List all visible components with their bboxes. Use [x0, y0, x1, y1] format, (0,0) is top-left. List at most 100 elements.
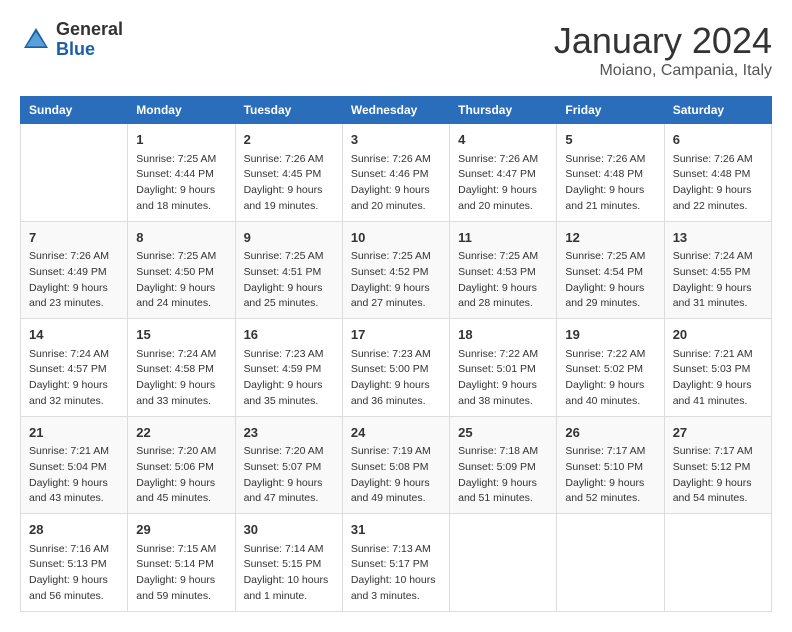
day-number: 28 — [29, 520, 119, 540]
calendar-cell: 31Sunrise: 7:13 AM Sunset: 5:17 PM Dayli… — [342, 514, 449, 612]
header-friday: Friday — [557, 97, 664, 124]
logo-general: General — [56, 20, 123, 40]
day-detail: Sunrise: 7:22 AM Sunset: 5:02 PM Dayligh… — [565, 347, 655, 410]
calendar-cell — [450, 514, 557, 612]
header-tuesday: Tuesday — [235, 97, 342, 124]
day-detail: Sunrise: 7:25 AM Sunset: 4:51 PM Dayligh… — [244, 249, 334, 312]
logo-blue: Blue — [56, 40, 123, 60]
day-number: 8 — [136, 228, 226, 248]
day-detail: Sunrise: 7:25 AM Sunset: 4:44 PM Dayligh… — [136, 152, 226, 215]
day-detail: Sunrise: 7:20 AM Sunset: 5:07 PM Dayligh… — [244, 444, 334, 507]
calendar-cell: 10Sunrise: 7:25 AM Sunset: 4:52 PM Dayli… — [342, 221, 449, 319]
day-number: 3 — [351, 130, 441, 150]
calendar-cell: 1Sunrise: 7:25 AM Sunset: 4:44 PM Daylig… — [128, 124, 235, 222]
day-detail: Sunrise: 7:17 AM Sunset: 5:12 PM Dayligh… — [673, 444, 763, 507]
calendar-cell: 14Sunrise: 7:24 AM Sunset: 4:57 PM Dayli… — [21, 319, 128, 417]
calendar-cell: 9Sunrise: 7:25 AM Sunset: 4:51 PM Daylig… — [235, 221, 342, 319]
header-thursday: Thursday — [450, 97, 557, 124]
day-number: 22 — [136, 423, 226, 443]
day-number: 21 — [29, 423, 119, 443]
day-detail: Sunrise: 7:25 AM Sunset: 4:50 PM Dayligh… — [136, 249, 226, 312]
calendar-cell: 27Sunrise: 7:17 AM Sunset: 5:12 PM Dayli… — [664, 416, 771, 514]
day-detail: Sunrise: 7:14 AM Sunset: 5:15 PM Dayligh… — [244, 542, 334, 605]
week-row-1: 1Sunrise: 7:25 AM Sunset: 4:44 PM Daylig… — [21, 124, 772, 222]
calendar-cell: 11Sunrise: 7:25 AM Sunset: 4:53 PM Dayli… — [450, 221, 557, 319]
day-detail: Sunrise: 7:20 AM Sunset: 5:06 PM Dayligh… — [136, 444, 226, 507]
calendar-cell: 23Sunrise: 7:20 AM Sunset: 5:07 PM Dayli… — [235, 416, 342, 514]
calendar-cell: 13Sunrise: 7:24 AM Sunset: 4:55 PM Dayli… — [664, 221, 771, 319]
day-detail: Sunrise: 7:25 AM Sunset: 4:53 PM Dayligh… — [458, 249, 548, 312]
header-monday: Monday — [128, 97, 235, 124]
day-number: 10 — [351, 228, 441, 248]
day-number: 11 — [458, 228, 548, 248]
day-number: 13 — [673, 228, 763, 248]
day-number: 24 — [351, 423, 441, 443]
day-number: 18 — [458, 325, 548, 345]
day-detail: Sunrise: 7:26 AM Sunset: 4:49 PM Dayligh… — [29, 249, 119, 312]
day-number: 20 — [673, 325, 763, 345]
calendar-table: SundayMondayTuesdayWednesdayThursdayFrid… — [20, 96, 772, 612]
header-sunday: Sunday — [21, 97, 128, 124]
calendar-cell: 21Sunrise: 7:21 AM Sunset: 5:04 PM Dayli… — [21, 416, 128, 514]
day-number: 4 — [458, 130, 548, 150]
day-detail: Sunrise: 7:26 AM Sunset: 4:45 PM Dayligh… — [244, 152, 334, 215]
header-row: SundayMondayTuesdayWednesdayThursdayFrid… — [21, 97, 772, 124]
day-detail: Sunrise: 7:26 AM Sunset: 4:47 PM Dayligh… — [458, 152, 548, 215]
calendar-header: SundayMondayTuesdayWednesdayThursdayFrid… — [21, 97, 772, 124]
day-detail: Sunrise: 7:21 AM Sunset: 5:03 PM Dayligh… — [673, 347, 763, 410]
day-detail: Sunrise: 7:25 AM Sunset: 4:52 PM Dayligh… — [351, 249, 441, 312]
day-detail: Sunrise: 7:26 AM Sunset: 4:48 PM Dayligh… — [673, 152, 763, 215]
day-detail: Sunrise: 7:24 AM Sunset: 4:57 PM Dayligh… — [29, 347, 119, 410]
page-header: General Blue January 2024 Moiano, Campan… — [20, 20, 772, 80]
day-detail: Sunrise: 7:16 AM Sunset: 5:13 PM Dayligh… — [29, 542, 119, 605]
day-detail: Sunrise: 7:18 AM Sunset: 5:09 PM Dayligh… — [458, 444, 548, 507]
day-number: 23 — [244, 423, 334, 443]
calendar-cell: 28Sunrise: 7:16 AM Sunset: 5:13 PM Dayli… — [21, 514, 128, 612]
calendar-cell: 12Sunrise: 7:25 AM Sunset: 4:54 PM Dayli… — [557, 221, 664, 319]
calendar-cell: 3Sunrise: 7:26 AM Sunset: 4:46 PM Daylig… — [342, 124, 449, 222]
day-detail: Sunrise: 7:13 AM Sunset: 5:17 PM Dayligh… — [351, 542, 441, 605]
calendar-cell: 22Sunrise: 7:20 AM Sunset: 5:06 PM Dayli… — [128, 416, 235, 514]
calendar-cell: 15Sunrise: 7:24 AM Sunset: 4:58 PM Dayli… — [128, 319, 235, 417]
day-number: 2 — [244, 130, 334, 150]
day-detail: Sunrise: 7:23 AM Sunset: 5:00 PM Dayligh… — [351, 347, 441, 410]
calendar-cell: 4Sunrise: 7:26 AM Sunset: 4:47 PM Daylig… — [450, 124, 557, 222]
day-number: 9 — [244, 228, 334, 248]
calendar-cell: 18Sunrise: 7:22 AM Sunset: 5:01 PM Dayli… — [450, 319, 557, 417]
calendar-cell — [557, 514, 664, 612]
calendar-cell — [21, 124, 128, 222]
day-detail: Sunrise: 7:26 AM Sunset: 4:46 PM Dayligh… — [351, 152, 441, 215]
week-row-3: 14Sunrise: 7:24 AM Sunset: 4:57 PM Dayli… — [21, 319, 772, 417]
logo: General Blue — [20, 20, 123, 60]
day-detail: Sunrise: 7:26 AM Sunset: 4:48 PM Dayligh… — [565, 152, 655, 215]
calendar-body: 1Sunrise: 7:25 AM Sunset: 4:44 PM Daylig… — [21, 124, 772, 612]
title-block: January 2024 Moiano, Campania, Italy — [554, 20, 772, 80]
calendar-cell: 29Sunrise: 7:15 AM Sunset: 5:14 PM Dayli… — [128, 514, 235, 612]
logo-text: General Blue — [56, 20, 123, 60]
day-detail: Sunrise: 7:21 AM Sunset: 5:04 PM Dayligh… — [29, 444, 119, 507]
week-row-2: 7Sunrise: 7:26 AM Sunset: 4:49 PM Daylig… — [21, 221, 772, 319]
day-number: 29 — [136, 520, 226, 540]
calendar-cell: 5Sunrise: 7:26 AM Sunset: 4:48 PM Daylig… — [557, 124, 664, 222]
logo-icon — [20, 24, 52, 56]
calendar-cell: 6Sunrise: 7:26 AM Sunset: 4:48 PM Daylig… — [664, 124, 771, 222]
header-saturday: Saturday — [664, 97, 771, 124]
calendar-cell — [664, 514, 771, 612]
day-detail: Sunrise: 7:24 AM Sunset: 4:55 PM Dayligh… — [673, 249, 763, 312]
week-row-4: 21Sunrise: 7:21 AM Sunset: 5:04 PM Dayli… — [21, 416, 772, 514]
calendar-cell: 8Sunrise: 7:25 AM Sunset: 4:50 PM Daylig… — [128, 221, 235, 319]
day-number: 15 — [136, 325, 226, 345]
day-number: 17 — [351, 325, 441, 345]
calendar-cell: 25Sunrise: 7:18 AM Sunset: 5:09 PM Dayli… — [450, 416, 557, 514]
calendar-cell: 26Sunrise: 7:17 AM Sunset: 5:10 PM Dayli… — [557, 416, 664, 514]
location-title: Moiano, Campania, Italy — [554, 62, 772, 80]
calendar-cell: 2Sunrise: 7:26 AM Sunset: 4:45 PM Daylig… — [235, 124, 342, 222]
day-number: 30 — [244, 520, 334, 540]
day-number: 5 — [565, 130, 655, 150]
calendar-cell: 30Sunrise: 7:14 AM Sunset: 5:15 PM Dayli… — [235, 514, 342, 612]
day-detail: Sunrise: 7:15 AM Sunset: 5:14 PM Dayligh… — [136, 542, 226, 605]
calendar-cell: 19Sunrise: 7:22 AM Sunset: 5:02 PM Dayli… — [557, 319, 664, 417]
day-number: 19 — [565, 325, 655, 345]
day-number: 12 — [565, 228, 655, 248]
day-detail: Sunrise: 7:23 AM Sunset: 4:59 PM Dayligh… — [244, 347, 334, 410]
